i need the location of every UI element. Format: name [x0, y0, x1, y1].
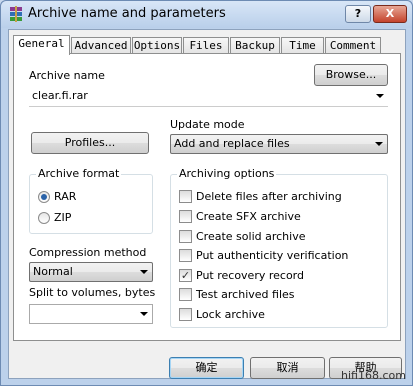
compression-method-label: Compression method	[29, 246, 147, 259]
archive-format-title: Archive format	[36, 167, 122, 180]
chevron-down-icon[interactable]	[375, 142, 383, 146]
checkbox-recovery-record[interactable]: ✓	[179, 269, 192, 282]
archive-name-label: Archive name	[29, 69, 105, 82]
checkbox-create-sfx[interactable]	[179, 210, 192, 223]
create-solid-label[interactable]: Create solid archive	[196, 230, 305, 243]
tab-options[interactable]: Options	[132, 37, 182, 54]
compression-method-value: Normal	[33, 265, 73, 278]
winrar-app-icon	[10, 6, 22, 22]
title-bar[interactable]: Archive name and parameters ? X	[1, 1, 412, 28]
dialog-window: Archive name and parameters ? X General …	[0, 0, 413, 386]
tab-advanced[interactable]: Advanced	[71, 37, 131, 54]
tab-comment[interactable]: Comment	[325, 37, 381, 54]
help-title-button[interactable]: ?	[345, 5, 371, 23]
watermark-text: hifi168.com	[341, 369, 406, 382]
browse-button[interactable]: Browse...	[314, 64, 388, 86]
update-mode-label: Update mode	[170, 118, 245, 131]
checkbox-create-solid[interactable]	[179, 230, 192, 243]
lock-archive-label[interactable]: Lock archive	[196, 308, 265, 321]
tab-time[interactable]: Time	[281, 37, 324, 54]
client-area: General Advanced Options Files Backup Ti…	[8, 29, 406, 379]
tab-backup[interactable]: Backup	[230, 37, 280, 54]
tab-general[interactable]: General	[13, 35, 70, 55]
general-tab-panel: Archive name Browse... clear.fi.rar Prof…	[13, 53, 401, 341]
radio-zip-label[interactable]: ZIP	[54, 211, 71, 224]
split-volumes-combo[interactable]	[29, 304, 153, 324]
radio-zip[interactable]	[38, 212, 50, 224]
checkbox-lock-archive[interactable]	[179, 308, 192, 321]
tab-files[interactable]: Files	[183, 37, 229, 54]
archive-name-value: clear.fi.rar	[32, 89, 88, 102]
radio-rar[interactable]	[38, 191, 50, 203]
create-sfx-label[interactable]: Create SFX archive	[196, 210, 301, 223]
recovery-record-label[interactable]: Put recovery record	[196, 269, 304, 282]
compression-method-select[interactable]: Normal	[29, 262, 153, 282]
checkbox-authenticity[interactable]	[179, 249, 192, 262]
chevron-down-icon[interactable]	[140, 270, 148, 274]
cancel-button[interactable]: 取消	[250, 357, 325, 379]
test-files-label[interactable]: Test archived files	[196, 288, 295, 301]
close-button[interactable]: X	[373, 5, 407, 23]
split-volumes-label: Split to volumes, bytes	[29, 286, 156, 299]
update-mode-value: Add and replace files	[174, 137, 290, 150]
archiving-options-title: Archiving options	[177, 167, 277, 180]
checkbox-test-files[interactable]	[179, 288, 192, 301]
archiving-options-group: Archiving options Delete files after arc…	[170, 167, 388, 328]
chevron-down-icon[interactable]	[376, 94, 384, 98]
radio-rar-label[interactable]: RAR	[54, 190, 76, 203]
delete-files-label[interactable]: Delete files after archiving	[196, 190, 342, 203]
authenticity-label[interactable]: Put authenticity verification	[196, 249, 348, 262]
checkmark-icon: ✓	[180, 269, 191, 282]
archive-name-combo[interactable]: clear.fi.rar	[29, 87, 388, 107]
ok-button[interactable]: 确定	[169, 357, 244, 379]
profiles-button[interactable]: Profiles...	[31, 132, 149, 154]
update-mode-select[interactable]: Add and replace files	[170, 134, 388, 154]
window-title: Archive name and parameters	[28, 6, 226, 21]
checkbox-delete-files[interactable]	[179, 190, 192, 203]
archive-format-group: Archive format RAR ZIP	[29, 167, 153, 234]
chevron-down-icon[interactable]	[140, 312, 148, 316]
